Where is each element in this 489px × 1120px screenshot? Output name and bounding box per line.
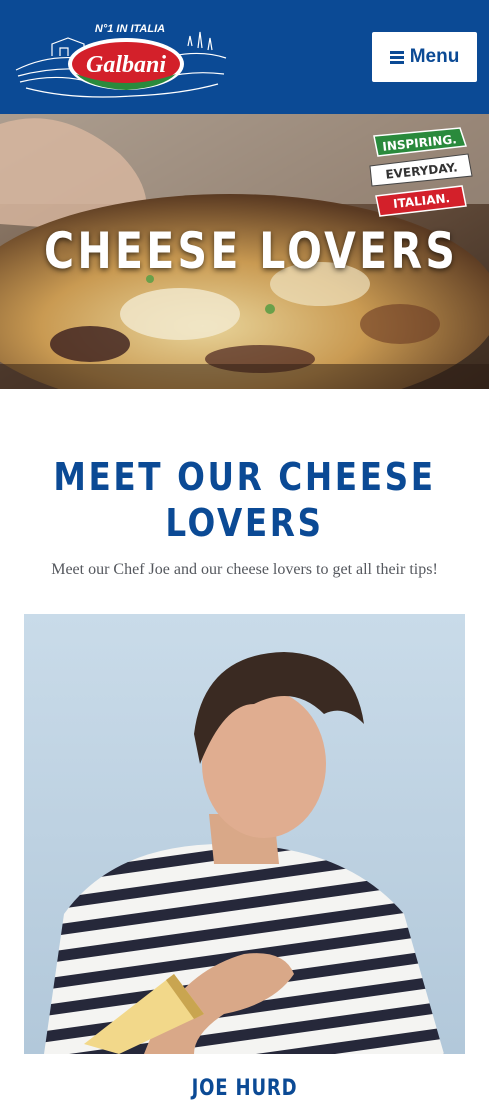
section-title-line-1: MEET OUR CHEESE	[53, 455, 436, 499]
section-title: MEET OUR CHEESE LOVERS	[20, 454, 469, 546]
section-title-line-2: LOVERS	[165, 501, 324, 545]
intro-text: Meet our Chef Joe and our cheese lovers …	[51, 561, 438, 578]
logo-badge-text: N°1 IN ITALIA	[95, 23, 165, 35]
hero-banner: INSPIRING. EVERYDAY. ITALIAN. CHEESE LOV…	[0, 114, 489, 389]
chef-name-label: JOE HURD	[191, 1076, 298, 1101]
site-header: Galbani N°1 IN ITALIA Menu	[0, 0, 489, 114]
logo-brand-text: Galbani	[86, 52, 166, 78]
galbani-logo[interactable]: Galbani N°1 IN ITALIA	[12, 12, 230, 102]
hamburger-icon	[389, 51, 404, 64]
menu-button[interactable]: Menu	[372, 32, 477, 82]
inspiring-everyday-italian-badge: INSPIRING. EVERYDAY. ITALIAN.	[369, 127, 473, 217]
menu-button-label: Menu	[409, 46, 460, 67]
chef-photo-card[interactable]	[24, 614, 465, 1054]
hero-title: CHEESE LOVERS	[44, 222, 459, 280]
chef-photo	[24, 614, 465, 1054]
chef-name[interactable]: JOE HURD	[24, 1076, 465, 1101]
